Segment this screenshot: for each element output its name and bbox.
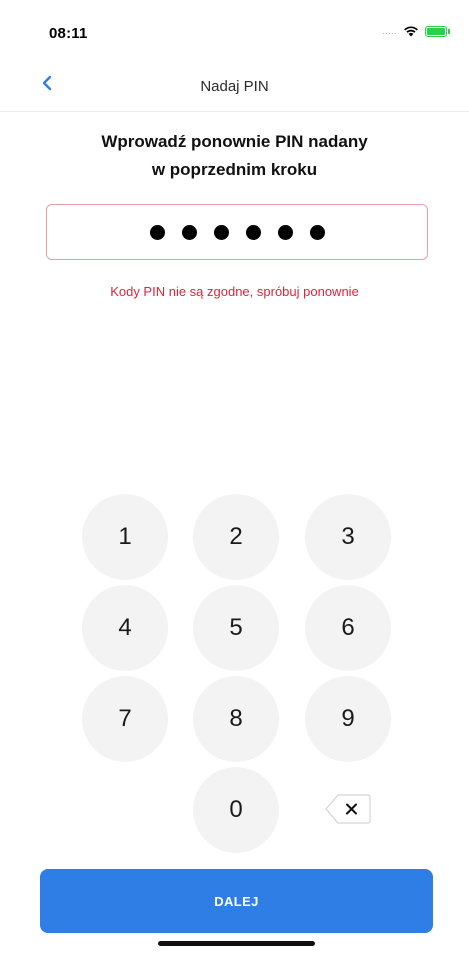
status-bar: 08:11 ..... [0, 0, 469, 60]
backspace-icon [325, 794, 371, 824]
wifi-icon [403, 25, 419, 37]
pin-dot [181, 224, 197, 240]
key-5[interactable]: 5 [193, 585, 279, 671]
key-2[interactable]: 2 [193, 494, 279, 580]
error-message: Kody PIN nie są zgodne, spróbuj ponownie [110, 284, 359, 299]
pin-dot [309, 224, 325, 240]
pin-dot [277, 224, 293, 240]
pin-input[interactable] [46, 204, 428, 260]
page-title: Nadaj PIN [200, 78, 269, 95]
key-9[interactable]: 9 [305, 676, 391, 762]
battery-charging-icon [425, 25, 450, 37]
instruction-heading: Wprowadź ponownie PIN nadany w poprzedni… [40, 128, 429, 184]
instruction-line-1: Wprowadź ponownie PIN nadany [101, 132, 368, 151]
key-7[interactable]: 7 [82, 676, 168, 762]
delete-button[interactable] [324, 793, 372, 825]
key-4[interactable]: 4 [82, 585, 168, 671]
status-icons: ..... [381, 25, 450, 37]
key-1[interactable]: 1 [82, 494, 168, 580]
key-0[interactable]: 0 [193, 767, 279, 853]
pin-dot [213, 224, 229, 240]
key-8[interactable]: 8 [193, 676, 279, 762]
pin-dot [149, 224, 165, 240]
key-6[interactable]: 6 [305, 585, 391, 671]
next-button[interactable]: DALEJ [40, 869, 433, 933]
nav-bar: Nadaj PIN [0, 62, 469, 112]
pin-dot [245, 224, 261, 240]
status-time: 08:11 [49, 25, 88, 42]
home-indicator [158, 941, 315, 946]
instruction-line-2: w poprzednim kroku [151, 160, 318, 179]
signal-icon: ..... [381, 26, 397, 36]
key-3[interactable]: 3 [305, 494, 391, 580]
